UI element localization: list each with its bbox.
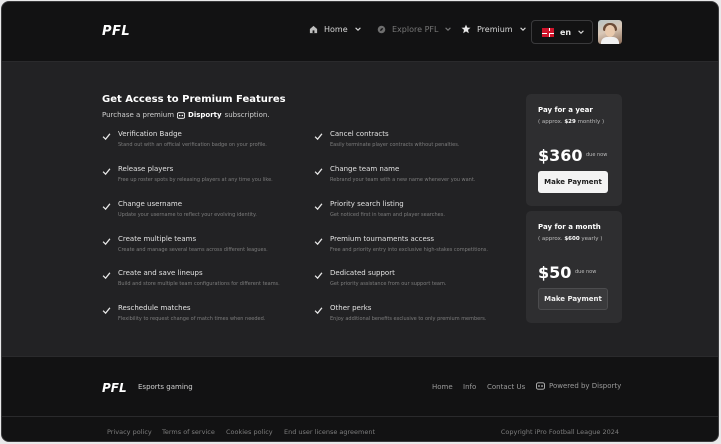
plan-title: Pay for a month (538, 223, 601, 231)
feature-name: Cancel contracts (330, 130, 389, 138)
check-icon (102, 272, 111, 280)
feature-description: Stand out with an official verification … (118, 142, 267, 148)
footer-link-contact[interactable]: Contact Us (487, 383, 525, 391)
feature-description: Free and priority entry into exclusive h… (330, 247, 488, 253)
chevron-down-icon (354, 27, 361, 31)
powered-by[interactable]: Powered by Disporty (536, 382, 621, 390)
nav-home-label: Home (324, 24, 348, 34)
disporty-icon (536, 382, 545, 390)
footer-logo[interactable]: PFL (102, 381, 127, 395)
check-icon (314, 133, 323, 141)
nav-explore[interactable]: Explore PFL (376, 24, 452, 34)
home-icon (308, 24, 318, 34)
page-subtitle: Purchase a premium Disporty subscription… (102, 111, 270, 119)
copyright: Copyright iPro Football League 2024 (500, 428, 619, 436)
language-selector[interactable]: en (531, 20, 593, 44)
check-icon (314, 272, 323, 280)
uk-flag-icon (542, 27, 554, 37)
feature-name: Create multiple teams (118, 235, 197, 243)
chevron-down-icon (578, 30, 584, 34)
check-icon (102, 307, 111, 315)
feature-name: Priority search listing (330, 200, 404, 208)
powered-label: Powered by Disporty (549, 382, 622, 390)
eula-link[interactable]: End user license agreement (284, 428, 375, 436)
footer-link-info[interactable]: Info (463, 383, 476, 391)
check-icon (102, 133, 111, 141)
nav-premium[interactable]: Premium (461, 24, 527, 34)
feature-name: Dedicated support (330, 269, 395, 277)
feature-name: Change username (118, 200, 183, 208)
nav-home[interactable]: Home (308, 24, 362, 34)
footer-link-home[interactable]: Home (432, 383, 453, 391)
plan-price: $50 (538, 263, 572, 282)
feature-description: Update your username to reflect your evo… (118, 212, 257, 218)
make-payment-yearly-button[interactable]: Make Payment (538, 171, 608, 193)
check-icon (102, 238, 111, 246)
compass-icon (376, 24, 386, 34)
feature-description: Rebrand your team with a new name whenev… (330, 177, 476, 183)
check-icon (102, 168, 111, 176)
pfl-logo[interactable]: PFL (102, 24, 130, 39)
language-label: en (560, 27, 572, 37)
plan-price: $360 (538, 146, 583, 165)
feature-description: Create and manage several teams across d… (118, 247, 268, 253)
feature-name: Create and save lineups (118, 269, 203, 277)
footer-tagline: Esports gaming (138, 383, 193, 391)
plan-approx: ( approx. $29 monthly ) (538, 119, 605, 125)
plan-card-monthly: Pay for a month ( approx. $600 yearly ) … (526, 211, 622, 323)
brand-name: Disporty (188, 111, 222, 119)
subtitle-suffix: subscription. (224, 111, 270, 119)
check-icon (314, 307, 323, 315)
user-avatar[interactable] (598, 20, 622, 44)
disporty-icon (177, 111, 186, 119)
feature-description: Enjoy additional benefits exclusive to o… (330, 316, 487, 322)
plan-title: Pay for a year (538, 106, 593, 114)
plan-due: due now (575, 269, 597, 275)
check-icon (102, 203, 111, 211)
cookies-link[interactable]: Cookies policy (226, 428, 273, 436)
feature-name: Premium tournaments access (330, 235, 435, 243)
chevron-down-icon (519, 27, 526, 31)
app-window: PFL Home Explore PFL Premium en Get Acce… (1, 1, 719, 442)
top-navbar: PFL Home Explore PFL Premium en (2, 2, 718, 62)
subtitle-prefix: Purchase a premium (102, 111, 175, 119)
star-icon (461, 24, 471, 34)
feature-description: Easily terminate player contracts withou… (330, 142, 460, 148)
footer-divider (2, 416, 718, 417)
feature-name: Change team name (330, 165, 400, 173)
check-icon (314, 203, 323, 211)
plan-due: due now (586, 152, 608, 158)
privacy-policy-link[interactable]: Privacy policy (107, 428, 152, 436)
feature-description: Free up roster spots by releasing player… (118, 177, 273, 183)
feature-description: Build and store multiple team configurat… (118, 281, 280, 287)
feature-description: Flexibility to request change of match t… (118, 316, 266, 322)
feature-description: Get priority assistance from our support… (330, 281, 447, 287)
terms-link[interactable]: Terms of service (162, 428, 215, 436)
check-icon (314, 168, 323, 176)
make-payment-monthly-button[interactable]: Make Payment (538, 288, 608, 310)
feature-name: Reschedule matches (118, 304, 191, 312)
chevron-down-icon (445, 27, 452, 31)
feature-name: Release players (118, 165, 174, 173)
footer: PFL Esports gaming Home Info Contact Us … (2, 356, 718, 441)
feature-description: Get noticed first in team and player sea… (330, 212, 445, 218)
page-title: Get Access to Premium Features (102, 94, 286, 105)
plan-card-yearly: Pay for a year ( approx. $29 monthly ) $… (526, 94, 622, 206)
nav-explore-label: Explore PFL (392, 24, 439, 34)
feature-name: Verification Badge (118, 130, 182, 138)
check-icon (314, 238, 323, 246)
feature-name: Other perks (330, 304, 372, 312)
plan-approx: ( approx. $600 yearly ) (538, 236, 603, 242)
nav-premium-label: Premium (477, 24, 513, 34)
